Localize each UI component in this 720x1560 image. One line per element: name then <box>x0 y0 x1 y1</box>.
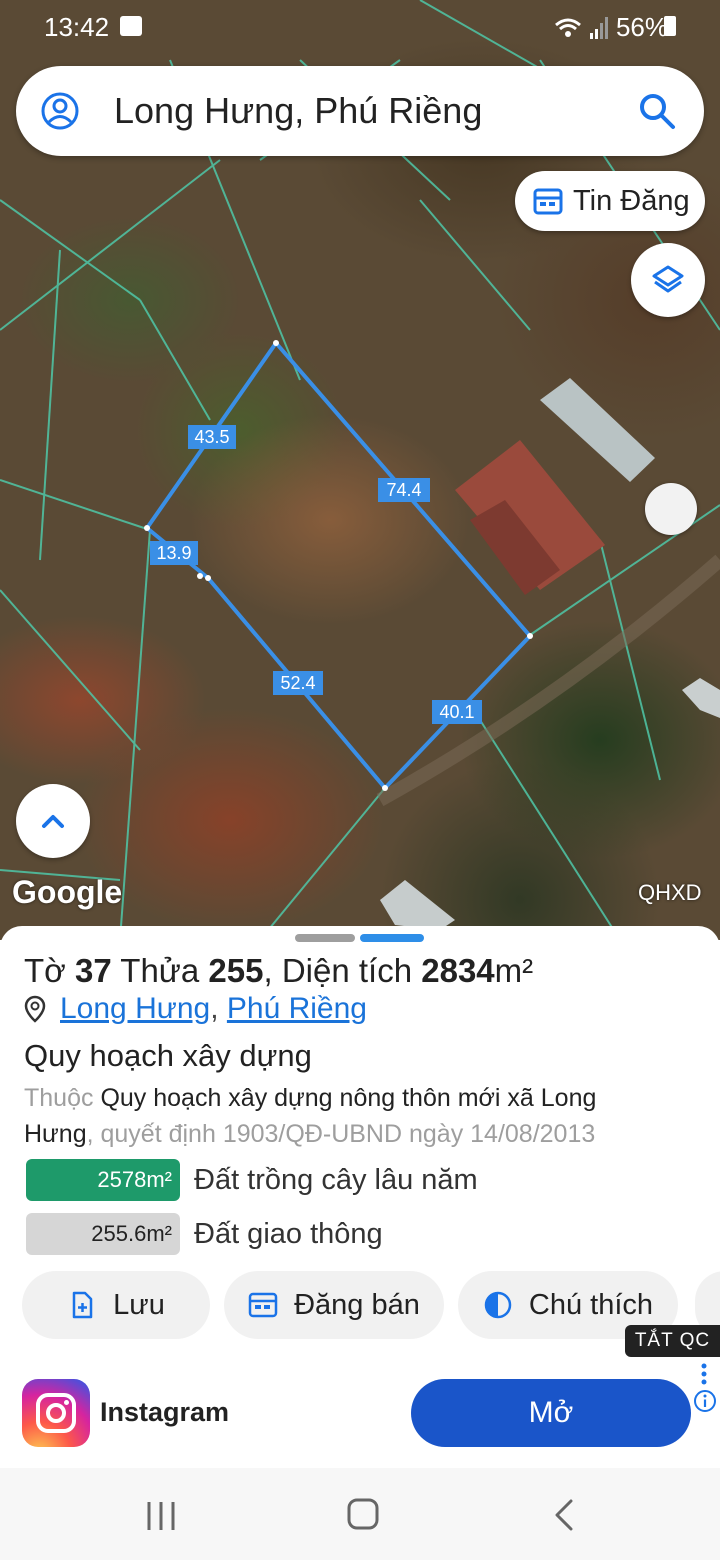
search-bar[interactable]: Long Hưng, Phú Riềng <box>16 66 704 156</box>
land-use-row[interactable]: 255.6m² Đất giao thông <box>26 1213 383 1255</box>
tin-dang-label: Tin Đăng <box>573 184 690 217</box>
calendar-icon <box>533 188 563 215</box>
edge-label: 13.9 <box>156 543 191 563</box>
planning-description: Thuộc Quy hoạch xây dựng nông thôn mới x… <box>24 1084 597 1148</box>
parcel-summary: Tờ 37 Thửa 255, Diện tích 2834m² <box>24 952 534 989</box>
layers-button[interactable] <box>631 243 705 317</box>
district-link[interactable]: Phú Riềng <box>227 992 367 1025</box>
plot-number: 255 <box>208 952 264 989</box>
edge-label: 74.4 <box>386 480 421 500</box>
layers-icon <box>652 265 684 293</box>
google-logo: Google <box>12 874 123 910</box>
battery-icon <box>664 16 676 36</box>
signal-icon <box>589 16 608 39</box>
post-sale-button[interactable]: Đăng bán <box>224 1271 444 1339</box>
location-row: Long Hưng, Phú Riềng <box>24 992 367 1026</box>
planning-title: Quy hoạch xây dựng <box>24 1038 312 1073</box>
system-nav-bar <box>0 1468 720 1560</box>
action-row: Lưu Đăng bán Chú thích <box>22 1271 678 1339</box>
ad-app-name: Instagram <box>100 1397 230 1427</box>
status-time: 13:42 <box>44 12 110 42</box>
calendar-icon <box>248 1292 278 1318</box>
info-icon[interactable] <box>693 1389 717 1413</box>
instagram-logo[interactable] <box>22 1379 90 1447</box>
camera-icon <box>36 1393 76 1433</box>
pin-icon <box>24 995 46 1023</box>
land-type: Đất trồng cây lâu năm <box>194 1163 478 1196</box>
chevron-up-icon <box>42 815 64 828</box>
contrast-icon <box>484 1291 512 1319</box>
commune-link[interactable]: Long Hưng <box>60 992 210 1025</box>
open-app-button[interactable]: Mở <box>411 1379 691 1447</box>
search-query[interactable]: Long Hưng, Phú Riềng <box>114 90 482 132</box>
sheet-handle[interactable] <box>295 934 355 942</box>
status-bar: 13:42 56% <box>0 0 720 56</box>
account-icon[interactable] <box>40 91 80 131</box>
recent-apps-icon[interactable] <box>146 1500 176 1532</box>
expand-up-button[interactable] <box>16 784 90 858</box>
sheet-handle-active[interactable] <box>360 934 424 942</box>
edge-label: 43.5 <box>194 427 229 447</box>
side-drag-handle[interactable] <box>645 483 697 535</box>
area-value: 2834 <box>421 952 495 989</box>
land-area-badge: 255.6m² <box>26 1213 180 1255</box>
land-use-row[interactable]: 2578m² Đất trồng cây lâu năm <box>26 1159 478 1201</box>
battery-percent: 56% <box>615 12 668 42</box>
ad-close-tag[interactable]: TẮT QC <box>625 1325 720 1357</box>
tin-dang-button[interactable]: Tin Đăng <box>515 171 705 231</box>
sheet-number: 37 <box>74 952 112 989</box>
edge-label: 52.4 <box>280 673 315 693</box>
add-file-icon <box>72 1291 93 1319</box>
gallery-icon <box>120 16 142 36</box>
search-icon[interactable] <box>636 90 678 132</box>
parcel-info-sheet: Tờ 37 Thửa 255, Diện tích 2834m² Long Hư… <box>0 926 720 1356</box>
building-roofs <box>380 378 720 930</box>
edge-label: 40.1 <box>439 702 474 722</box>
satellite-map[interactable]: 43.5 74.4 13.9 52.4 40.1 13:42 56% Long … <box>0 0 720 940</box>
more-vert-icon[interactable] <box>700 1363 708 1385</box>
back-icon[interactable] <box>553 1498 575 1532</box>
layer-label: QHXD <box>638 880 702 905</box>
home-icon[interactable] <box>347 1498 379 1530</box>
save-button[interactable]: Lưu <box>22 1271 210 1339</box>
wifi-icon <box>554 18 581 37</box>
land-type: Đất giao thông <box>194 1217 383 1250</box>
land-area-badge: 2578m² <box>26 1159 180 1201</box>
